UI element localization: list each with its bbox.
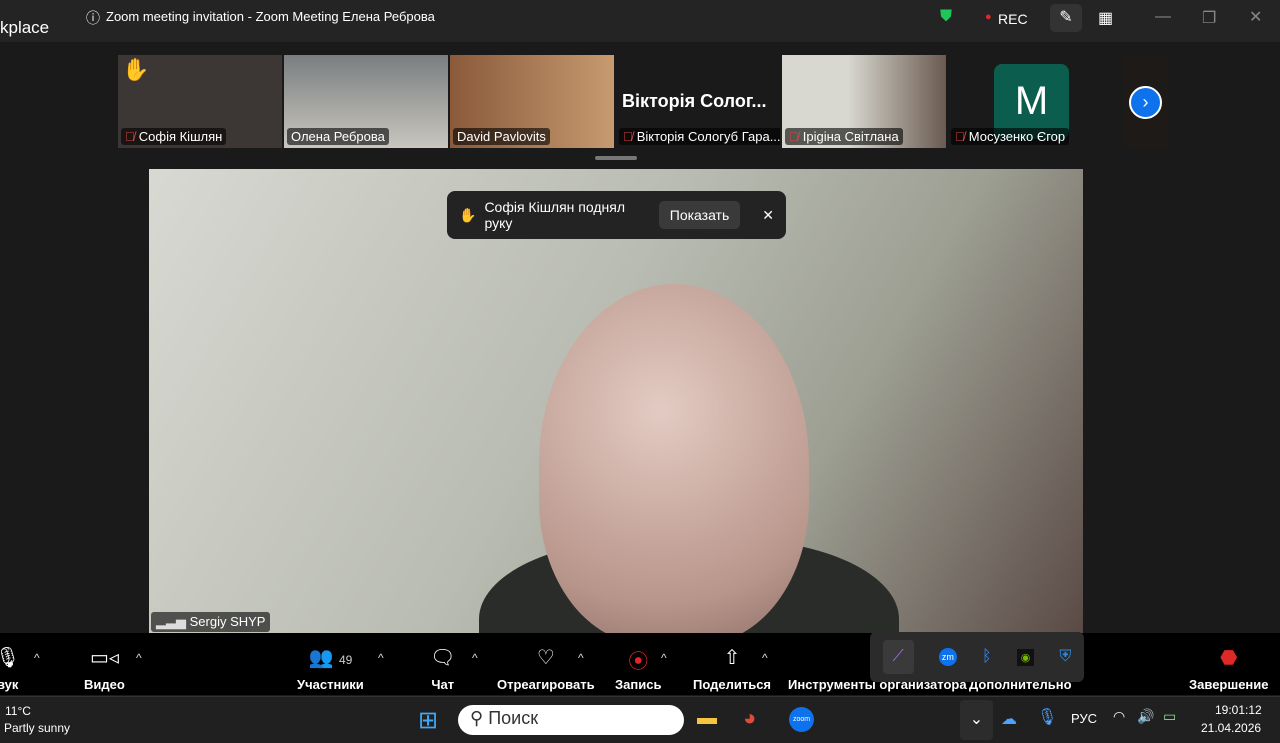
signal-bars-icon: ▂▃▅ <box>156 614 190 629</box>
audio-options-caret[interactable]: ^ <box>34 651 40 665</box>
close-icon[interactable]: ✕ <box>762 207 774 224</box>
record-icon: ⦿ <box>628 651 649 673</box>
security-warning-icon[interactable]: ⛨ <box>1059 648 1071 666</box>
react-options-caret[interactable]: ^ <box>578 651 584 665</box>
share-label: Поделиться <box>693 677 772 692</box>
camera-icon: ▭◃ <box>89 647 119 669</box>
chat-label: Чат <box>431 677 455 692</box>
file-explorer-icon[interactable]: ▬ <box>697 707 717 730</box>
app-fragment: kplace <box>0 18 50 37</box>
speaker-name: Sergiy SHYP <box>189 614 266 629</box>
mic-muted-icon: 🎙̸ <box>125 129 135 144</box>
raised-hand-notification: ✋ Софія Кішлян поднял руку Показать ✕ <box>447 191 786 239</box>
title-bar: kplace ⓘ Zoom meeting invitation - Zoom … <box>0 0 1280 42</box>
chat-button[interactable]: 🗨 Чат <box>430 645 455 692</box>
taskbar: 11°C Partly sunny ⊞ ⚲ Поиск ▬ ◕ zoom ⌄ ☁… <box>0 696 1280 743</box>
window-title: Zoom meeting invitation - Zoom Meeting Е… <box>106 9 435 24</box>
audio-button[interactable]: 🎙 вук <box>0 645 20 692</box>
show-button[interactable]: Показать <box>658 201 741 229</box>
video-options-caret[interactable]: ^ <box>136 651 142 665</box>
search-input[interactable]: ⚲ Поиск <box>458 705 684 735</box>
participants-icon: 👥 <box>308 647 334 669</box>
participant-name: Олена Реброва <box>291 129 385 144</box>
meeting-toolbar: 🎙 вук ^ ▭◃ Видео ^ 👥 49 Участники ^ 🗨 Чат ^ … <box>0 633 1280 695</box>
weather-text[interactable]: Partly sunny <box>4 721 70 735</box>
raised-hand-icon: ✋ <box>122 57 150 82</box>
raised-hand-icon: ✋ <box>459 206 477 223</box>
search-icon: ⚲ <box>470 708 484 728</box>
zoom-tray-icon[interactable]: zm <box>938 648 957 666</box>
record-label: Запись <box>615 677 662 692</box>
chat-options-caret[interactable]: ^ <box>472 651 478 665</box>
participant-name: Вікторія Сологуб Гара... <box>636 129 780 144</box>
info-icon[interactable]: ⓘ <box>86 8 100 28</box>
record-options-caret[interactable]: ^ <box>661 651 667 665</box>
end-hexagon-icon: ⬣ <box>1220 647 1238 669</box>
bluetooth-icon[interactable]: ᛒ <box>982 648 992 666</box>
wifi-icon[interactable]: ◠ <box>1113 708 1125 725</box>
share-button[interactable]: ⇧ Поделиться <box>693 645 771 692</box>
record-button[interactable]: ⦿ Запись <box>615 645 661 692</box>
notification-text: Софія Кішлян поднял руку <box>484 199 626 231</box>
participant-count: 49 <box>338 653 353 667</box>
search-placeholder: Поиск <box>488 708 539 728</box>
system-tray-overflow: ⟋ zm ᛒ ◉ ⛨ <box>870 632 1084 682</box>
mic-muted-icon: 🎙̸ <box>789 129 799 144</box>
participant-tile[interactable]: Вікторія Солог... 🎙̸ Вікторія Сологуб Гар… <box>616 55 780 148</box>
shield-icon[interactable]: ⛊ <box>940 8 952 26</box>
participants-label: Участники <box>297 677 364 692</box>
share-options-caret[interactable]: ^ <box>762 651 768 665</box>
microphone-icon: 🎙 <box>0 647 21 669</box>
video-button[interactable]: ▭◃ Видео <box>84 645 125 692</box>
microphone-icon[interactable]: 🎙 <box>1037 707 1057 727</box>
chat-bubble-icon: 🗨 <box>430 647 456 669</box>
mic-muted-icon: 🎙̸ <box>623 129 633 144</box>
participants-button[interactable]: 👥 49 Участники <box>297 645 364 692</box>
onedrive-cloud-icon[interactable]: ☁ <box>1001 709 1017 729</box>
volume-icon[interactable]: 🔊 <box>1137 708 1154 725</box>
participant-name: Мосузенко Єгор <box>968 129 1066 144</box>
participant-name: David Pavlovits <box>457 129 546 144</box>
language-indicator[interactable]: РУС <box>1071 711 1097 726</box>
participant-tile[interactable]: Олена Реброва <box>284 55 448 148</box>
zoom-app-icon[interactable]: zoom <box>789 707 814 732</box>
clock-date[interactable]: 21.04.2026 <box>1201 721 1261 735</box>
show-hidden-icons-chevron[interactable]: ⌄ <box>960 700 993 740</box>
participant-tile[interactable]: 🎙̸ Ірigіна Світлана <box>782 55 946 148</box>
rec-indicator[interactable]: REC <box>998 11 1028 27</box>
mic-muted-icon: 🎙̸ <box>955 129 965 144</box>
close-button[interactable]: ✕ <box>1249 7 1262 27</box>
react-label: Отреагировать <box>497 677 595 692</box>
participant-name: Софія Кішлян <box>138 129 223 144</box>
strip-resize-handle[interactable] <box>595 156 637 160</box>
participant-display-name: Вікторія Солог... <box>622 91 767 111</box>
participants-options-caret[interactable]: ^ <box>378 651 384 665</box>
participant-name: Ірigіна Світлана <box>802 129 899 144</box>
end-button[interactable]: ⬣ Завершение <box>1189 645 1269 692</box>
clock-time[interactable]: 19:01:12 <box>1215 703 1262 717</box>
maximize-button[interactable]: ❐ <box>1202 8 1216 28</box>
audio-label: вук <box>0 677 19 692</box>
annotate-pencil-icon[interactable]: ✎ <box>1050 4 1082 32</box>
weather-temp[interactable]: 11°C <box>5 704 31 718</box>
view-grid-icon[interactable]: ▦ <box>1098 8 1113 28</box>
feather-app-icon[interactable]: ⟋ <box>882 640 914 674</box>
windows-start-icon[interactable]: ⊞ <box>418 706 438 735</box>
video-label: Видео <box>84 677 125 692</box>
participant-tile[interactable]: ✋ 🎙̸ Софія Кішлян <box>118 55 282 148</box>
participant-tile[interactable]: David Pavlovits <box>450 55 614 148</box>
rec-dot-icon: ● <box>985 11 992 23</box>
speaker-label: ▂▃▅ Sergiy SHYP <box>151 612 271 632</box>
nvidia-icon[interactable]: ◉ <box>1016 648 1035 666</box>
chrome-icon[interactable]: ◕ <box>743 705 756 731</box>
next-page-chevron-icon[interactable]: › <box>1129 86 1162 119</box>
share-screen-icon: ⇧ <box>723 647 741 669</box>
end-label: Завершение <box>1189 677 1269 692</box>
participant-tile[interactable]: M 🎙̸ Мосузенко Єгор <box>948 55 1112 148</box>
minimize-button[interactable]: — <box>1155 8 1171 26</box>
battery-charging-icon[interactable]: ▭ <box>1163 708 1176 725</box>
